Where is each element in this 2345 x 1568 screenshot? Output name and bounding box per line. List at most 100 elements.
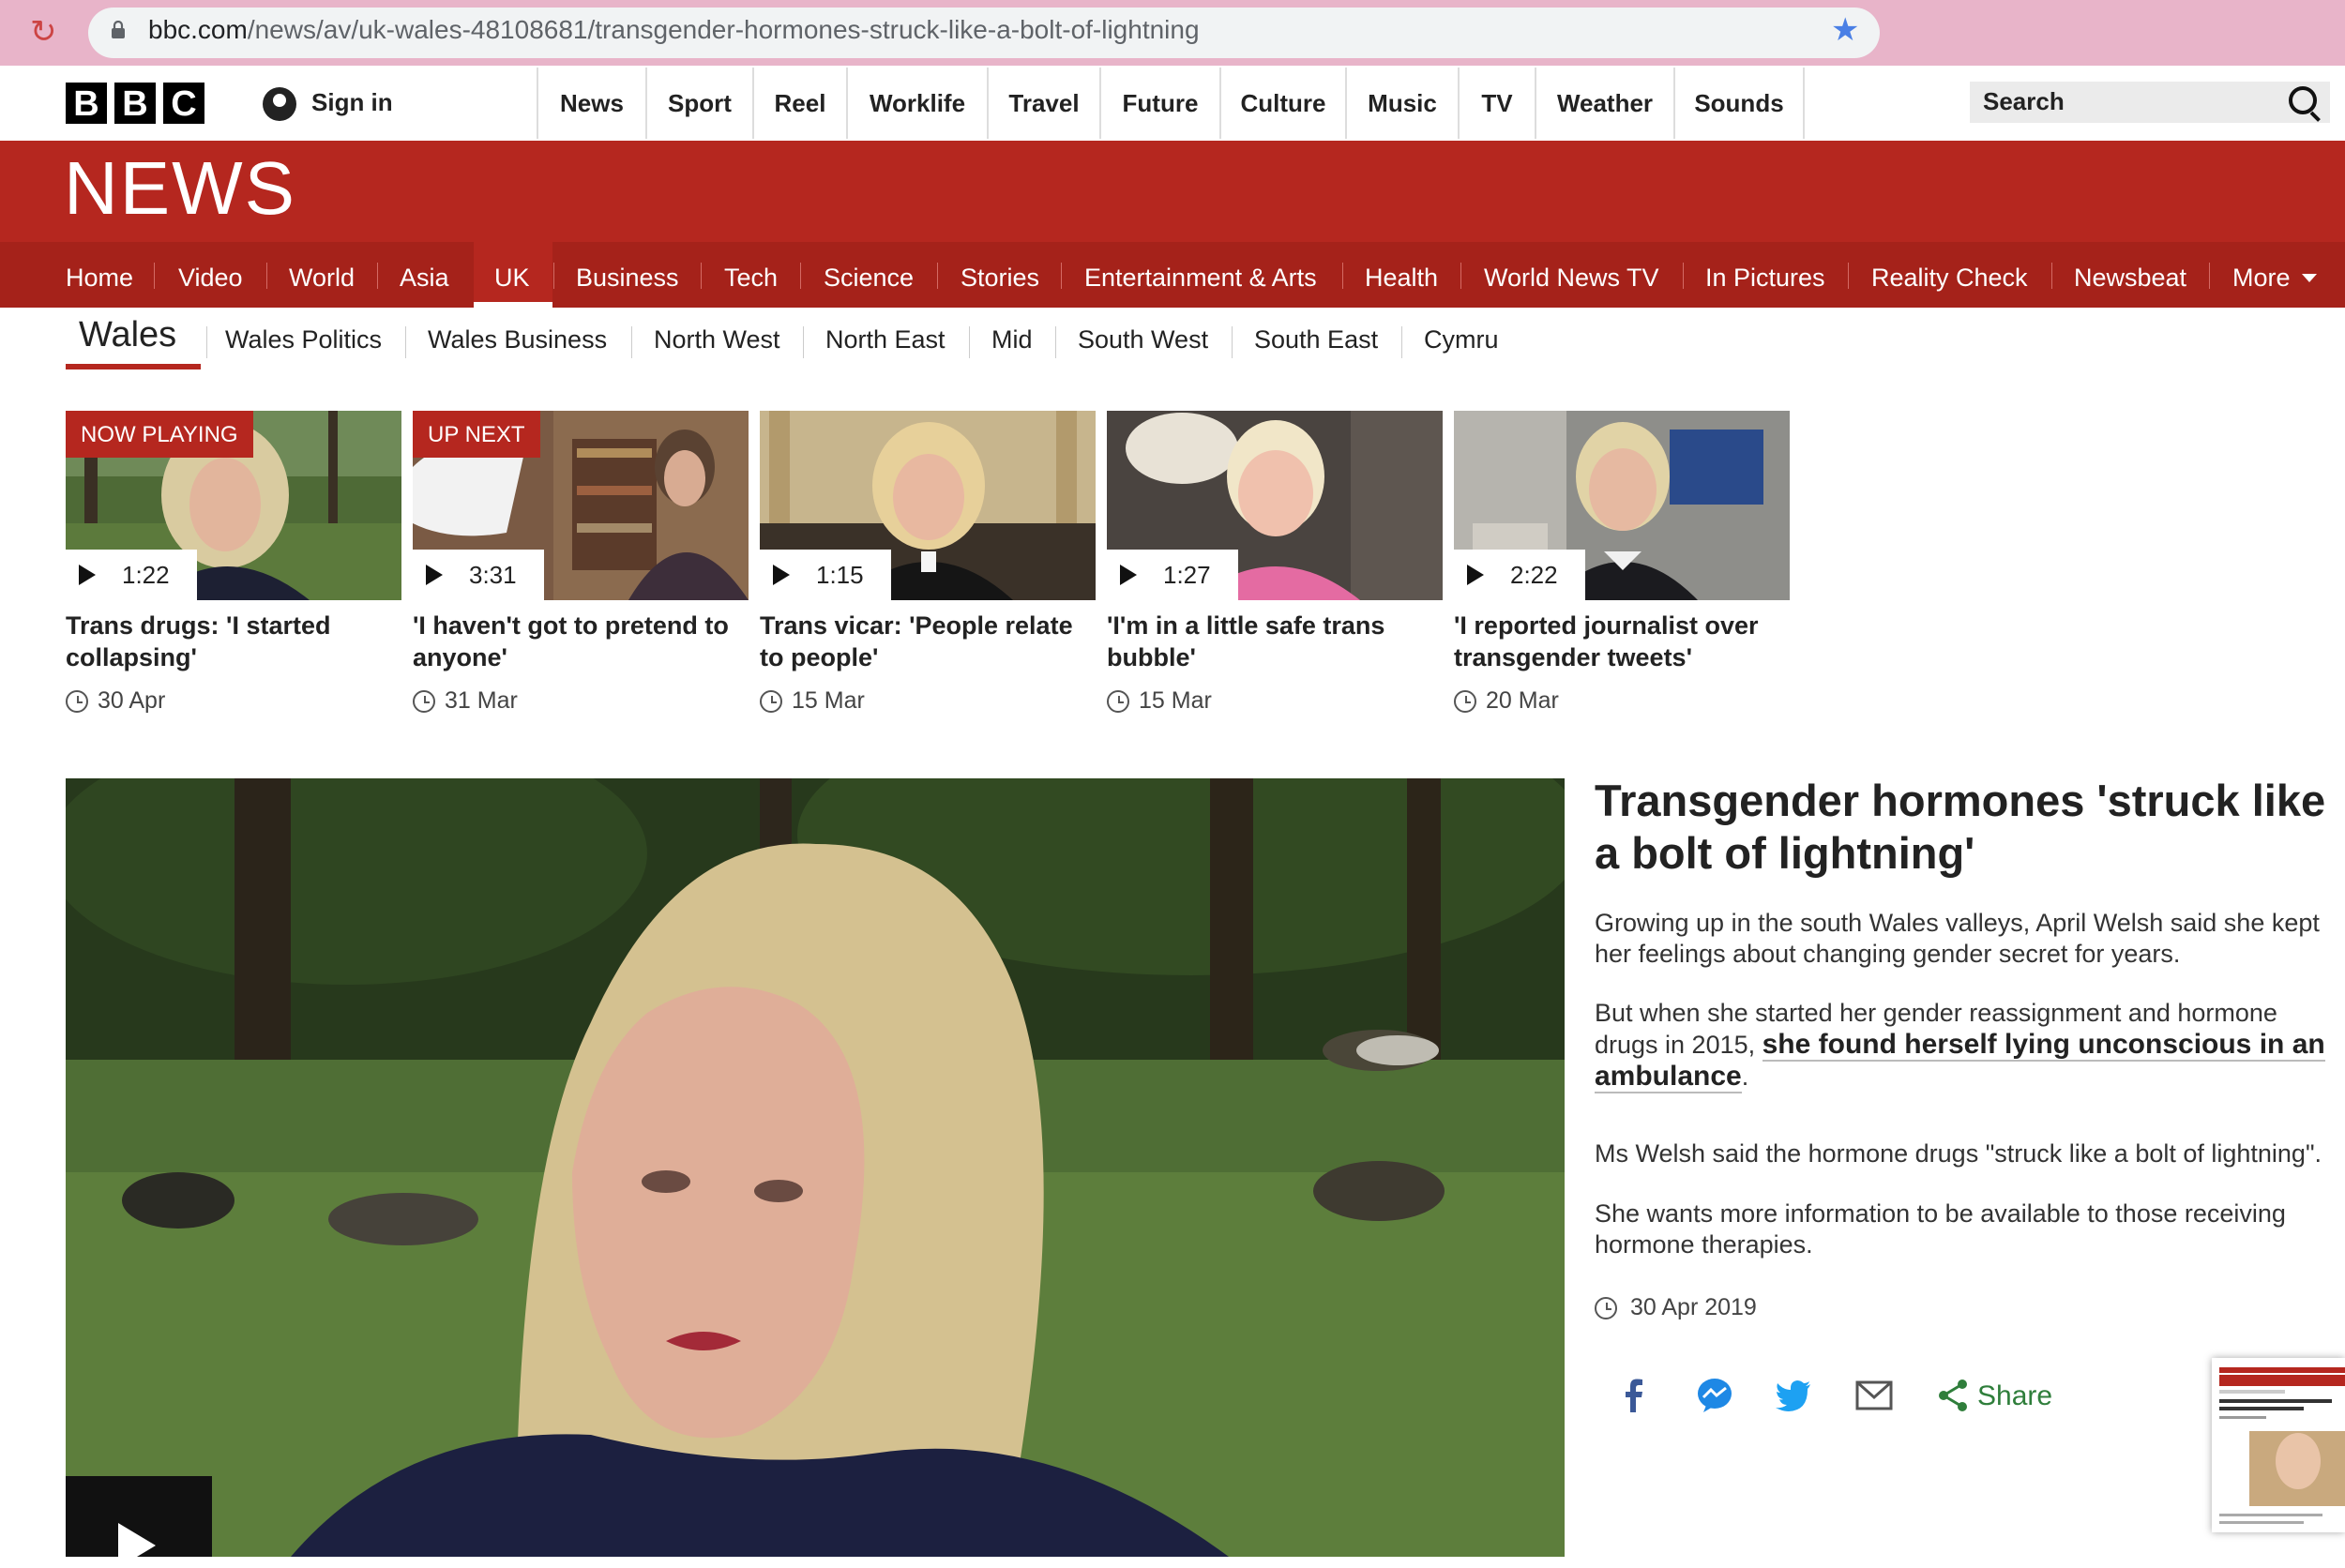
news-nav-tech[interactable]: Tech: [724, 242, 778, 308]
email-icon[interactable]: [1853, 1375, 1895, 1416]
news-nav-health[interactable]: Health: [1365, 242, 1438, 308]
topnav-music[interactable]: Music: [1345, 68, 1458, 139]
play-icon: [773, 565, 790, 585]
topnav-travel[interactable]: Travel: [987, 68, 1099, 139]
topnav-tv[interactable]: TV: [1458, 68, 1535, 139]
divider: [701, 263, 702, 289]
article-paragraph: She wants more information to be availab…: [1595, 1199, 2286, 1259]
news-nav-asia[interactable]: Asia: [400, 242, 449, 308]
news-nav-in-pictures[interactable]: In Pictures: [1705, 242, 1825, 308]
playlist-item-title[interactable]: 'I'm in a little safe trans bubble': [1107, 610, 1443, 673]
news-nav-business[interactable]: Business: [576, 242, 679, 308]
divider: [1401, 326, 1402, 358]
divider: [377, 263, 378, 289]
play-button[interactable]: [66, 1476, 212, 1568]
wales-nav-north-east[interactable]: North East: [825, 325, 946, 354]
thumbnail-play-button[interactable]: 1:22: [66, 550, 197, 600]
news-nav-world-news-tv[interactable]: World News TV: [1484, 242, 1659, 308]
video-duration: 1:22: [122, 561, 170, 589]
wales-nav-south-west[interactable]: South West: [1078, 325, 1208, 354]
reload-icon[interactable]: ↻: [30, 13, 57, 51]
news-nav-world[interactable]: World: [289, 242, 355, 308]
playlist-item-title[interactable]: 'I reported journalist over transgender …: [1454, 610, 1790, 673]
news-nav-reality-check[interactable]: Reality Check: [1871, 242, 2028, 308]
topnav-news[interactable]: News: [537, 68, 645, 139]
news-banner: [0, 141, 2345, 242]
news-nav-uk[interactable]: UK: [494, 242, 530, 308]
url-path: /news/av/uk-wales-48108681/transgender-h…: [247, 15, 1200, 44]
wales-nav-north-west[interactable]: North West: [654, 325, 780, 354]
playlist-item-date: 15 Mar: [1139, 687, 1212, 714]
main-video-player[interactable]: [66, 778, 1565, 1557]
news-logo[interactable]: NEWS: [64, 145, 296, 232]
bookmark-star-icon[interactable]: ★: [1831, 11, 1859, 49]
bbc-logo-letter[interactable]: B: [66, 83, 107, 124]
clock-icon: [1595, 1297, 1617, 1319]
bbc-logo-letter[interactable]: B: [114, 83, 156, 124]
chevron-down-icon: [2302, 274, 2317, 282]
playlist-item-title[interactable]: 'I haven't got to pretend to anyone': [413, 610, 749, 673]
thumbnail-play-button[interactable]: 1:15: [760, 550, 891, 600]
article-paragraph: Ms Welsh said the hormone drugs "struck …: [1595, 1139, 2322, 1168]
thumbnail-play-button[interactable]: 2:22: [1454, 550, 1585, 600]
section-title-wales[interactable]: Wales: [79, 315, 176, 355]
topnav-reel[interactable]: Reel: [752, 68, 846, 139]
divider: [631, 326, 632, 358]
topnav-future[interactable]: Future: [1099, 68, 1219, 139]
floating-page-thumbnail[interactable]: [2212, 1358, 2345, 1532]
topnav-culture[interactable]: Culture: [1219, 68, 1345, 139]
section-title-underline: [66, 364, 201, 369]
topnav-worklife[interactable]: Worklife: [846, 68, 987, 139]
share-button[interactable]: Share: [1977, 1380, 2052, 1412]
wales-nav-south-east[interactable]: South East: [1254, 325, 1378, 354]
topnav-sport[interactable]: Sport: [645, 68, 752, 139]
divider: [1061, 263, 1062, 289]
clock-icon: [66, 690, 88, 713]
divider: [553, 263, 554, 289]
news-nav-stories[interactable]: Stories: [961, 242, 1039, 308]
up-next-badge: UP NEXT: [413, 411, 540, 458]
play-icon: [79, 565, 96, 585]
play-icon: [1467, 565, 1484, 585]
paragraph-text: .: [1741, 1063, 1749, 1091]
clock-icon: [1107, 690, 1129, 713]
url-domain: bbc.com: [148, 15, 248, 44]
facebook-icon[interactable]: [1613, 1375, 1655, 1416]
thumbnail-play-button[interactable]: 1:27: [1107, 550, 1238, 600]
divider: [1848, 263, 1849, 289]
wales-nav-cymru[interactable]: Cymru: [1424, 325, 1499, 354]
news-nav-home[interactable]: Home: [66, 242, 133, 308]
now-playing-badge: NOW PLAYING: [66, 411, 253, 458]
topnav-weather[interactable]: Weather: [1535, 68, 1673, 139]
divider: [1055, 326, 1056, 358]
clock-icon: [413, 690, 435, 713]
news-nav-newsbeat[interactable]: Newsbeat: [2074, 242, 2186, 308]
thumbnail-play-button[interactable]: 3:31: [413, 550, 544, 600]
wales-nav-politics[interactable]: Wales Politics: [225, 325, 382, 354]
divider: [154, 263, 155, 289]
news-nav-science[interactable]: Science: [824, 242, 914, 308]
divider: [1342, 263, 1343, 289]
wales-nav-mid[interactable]: Mid: [991, 325, 1033, 354]
bbc-logo-letter[interactable]: C: [163, 83, 204, 124]
sign-in-link[interactable]: Sign in: [311, 88, 393, 117]
search-icon[interactable]: [2289, 86, 2317, 114]
playlist-item-title[interactable]: Trans vicar: 'People relate to people': [760, 610, 1096, 673]
share-icon[interactable]: [1936, 1375, 1970, 1416]
clock-icon: [1454, 690, 1476, 713]
topnav-sounds[interactable]: Sounds: [1673, 68, 1805, 139]
news-nav-more[interactable]: More: [2232, 242, 2291, 308]
article-headline: Transgender hormones 'struck like a bolt…: [1595, 776, 2326, 878]
news-nav-video[interactable]: Video: [178, 242, 243, 308]
divider: [266, 263, 267, 289]
playlist-item-date: 30 Apr: [98, 687, 166, 714]
wales-nav-business[interactable]: Wales Business: [428, 325, 607, 354]
playlist-item-date: 15 Mar: [792, 687, 865, 714]
account-icon[interactable]: [263, 87, 296, 121]
article-paragraph: But when she started her gender reassign…: [1595, 998, 2336, 1093]
twitter-icon[interactable]: [1773, 1375, 1814, 1416]
news-nav-entertainment-arts[interactable]: Entertainment & Arts: [1084, 242, 1317, 308]
url-text[interactable]: bbc.com/news/av/uk-wales-48108681/transg…: [148, 15, 1200, 45]
messenger-icon[interactable]: [1694, 1375, 1735, 1416]
playlist-item-title[interactable]: Trans drugs: 'I started collapsing': [66, 610, 401, 673]
